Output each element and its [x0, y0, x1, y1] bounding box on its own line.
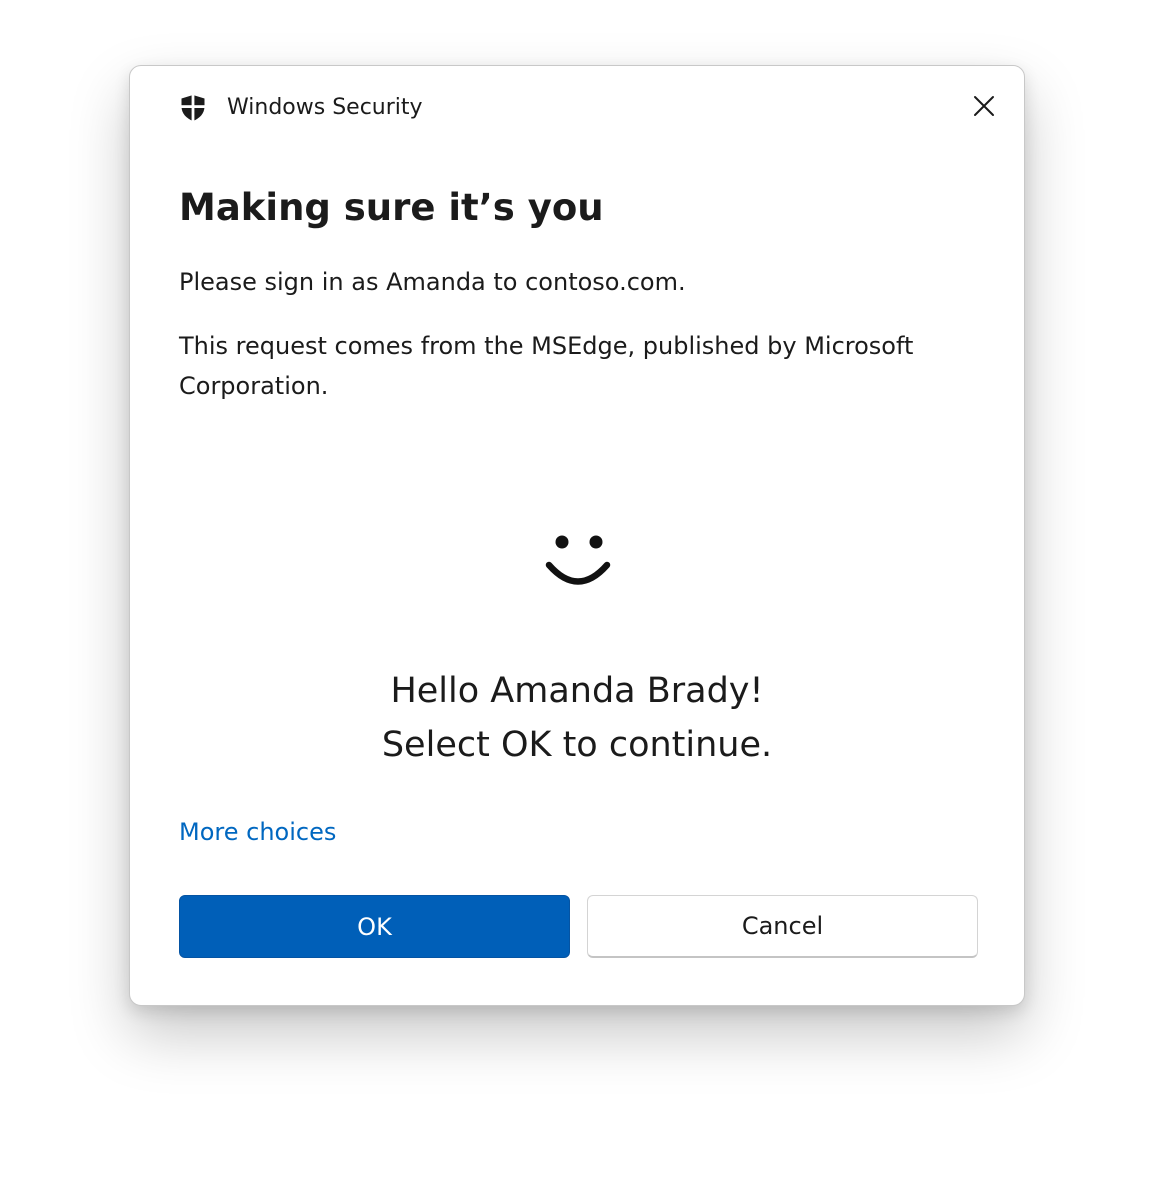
- app-title: Windows Security: [227, 95, 423, 120]
- greeting-line-2: Select OK to continue.: [381, 725, 773, 765]
- cancel-button[interactable]: Cancel: [587, 895, 978, 958]
- more-choices-link[interactable]: More choices: [179, 814, 336, 850]
- close-icon: [973, 95, 995, 121]
- dialog-heading: Making sure it’s you: [179, 186, 604, 229]
- windows-security-dialog: Windows Security Making sure it’s you Pl…: [129, 65, 1025, 1006]
- title-bar: Windows Security: [130, 66, 1024, 150]
- request-source-text: This request comes from the MSEdge, publ…: [179, 332, 914, 400]
- shield-icon: [180, 94, 206, 122]
- close-button[interactable]: [966, 90, 1002, 126]
- windows-hello-face-icon: [543, 532, 613, 590]
- ok-button[interactable]: OK: [179, 895, 570, 958]
- sign-in-prompt: Please sign in as Amanda to contoso.com.: [179, 268, 686, 296]
- greeting: Hello Amanda Brady! Select OK to continu…: [130, 664, 1024, 772]
- greeting-line-1: Hello Amanda Brady!: [390, 671, 764, 711]
